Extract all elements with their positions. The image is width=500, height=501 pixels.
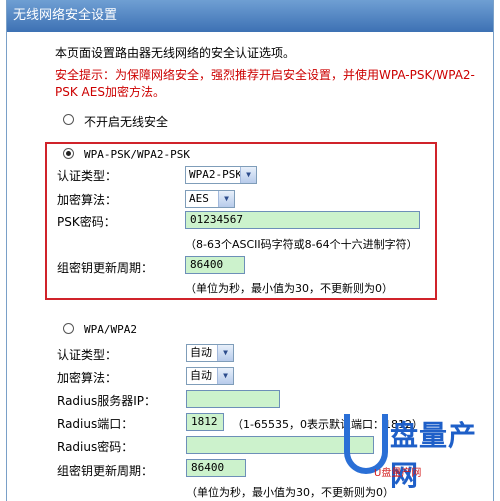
- security-warning-line2: PSK AES加密方法。: [55, 85, 165, 99]
- psk-password-hint: （8-63个ASCII码字符或8-64个十六进制字符）: [185, 238, 418, 251]
- security-warning-line1: 安全提示：为保障网络安全，强烈推荐开启安全设置，并使用WPA-PSK/WPA2-: [55, 68, 475, 82]
- chevron-down-icon: ▼: [217, 345, 233, 361]
- wpa-psk-encryption-label: 加密算法：: [57, 193, 118, 207]
- wpa-radio[interactable]: [63, 323, 74, 334]
- wpa-auth-type-label: 认证类型：: [57, 348, 118, 362]
- chevron-down-icon: ▼: [240, 167, 256, 183]
- wpa-psk-radio[interactable]: [63, 148, 74, 159]
- wpa-psk-auth-type-value: WPA2-PSK: [189, 168, 242, 181]
- wpa-psk-auth-type-select[interactable]: WPA2-PSK ▼: [185, 166, 257, 184]
- wpa-psk-encryption-select[interactable]: AES ▼: [185, 190, 235, 208]
- wpa-encryption-select[interactable]: 自动 ▼: [186, 367, 234, 385]
- psk-password-input[interactable]: 01234567: [185, 211, 420, 229]
- watermark-sub: U盘量产网: [374, 468, 422, 479]
- wpa-psk-renew-input[interactable]: 86400: [185, 256, 245, 274]
- radius-port-label: Radius端口：: [57, 417, 134, 431]
- wpa-renew-input[interactable]: 86400: [186, 459, 246, 477]
- watermark-brand: 盘量产网: [390, 419, 478, 492]
- page-title: 无线网络安全设置: [7, 0, 493, 32]
- no-security-label: 不开启无线安全: [84, 115, 169, 129]
- radius-port-input[interactable]: 1812: [186, 413, 224, 431]
- wpa-renew-label: 组密钥更新周期：: [57, 464, 154, 478]
- wpa-encryption-value: 自动: [190, 369, 212, 382]
- wpa-psk-encryption-value: AES: [189, 192, 209, 205]
- psk-password-label: PSK密码：: [57, 215, 116, 229]
- wpa-psk-auth-type-label: 认证类型：: [57, 169, 118, 183]
- radius-password-label: Radius密码：: [57, 440, 134, 454]
- wpa-psk-renew-hint: （单位为秒，最小值为30，不更新则为0）: [185, 282, 393, 295]
- page-description: 本页面设置路由器无线网络的安全认证选项。: [55, 46, 296, 60]
- wpa-auth-type-value: 自动: [190, 346, 212, 359]
- wpa-psk-renew-label: 组密钥更新周期：: [57, 261, 154, 275]
- radius-server-ip-label: Radius服务器IP：: [57, 394, 157, 408]
- chevron-down-icon: ▼: [217, 368, 233, 384]
- wpa-label: WPA/WPA2: [84, 323, 137, 336]
- watermark-logo: 盘量产网 U盘量产网: [344, 414, 494, 500]
- wpa-auth-type-select[interactable]: 自动 ▼: [186, 344, 234, 362]
- no-security-radio[interactable]: [63, 114, 74, 125]
- wpa-encryption-label: 加密算法：: [57, 371, 118, 385]
- chevron-down-icon: ▼: [218, 191, 234, 207]
- radius-server-ip-input[interactable]: [186, 390, 280, 408]
- wpa-psk-label: WPA-PSK/WPA2-PSK: [84, 148, 190, 161]
